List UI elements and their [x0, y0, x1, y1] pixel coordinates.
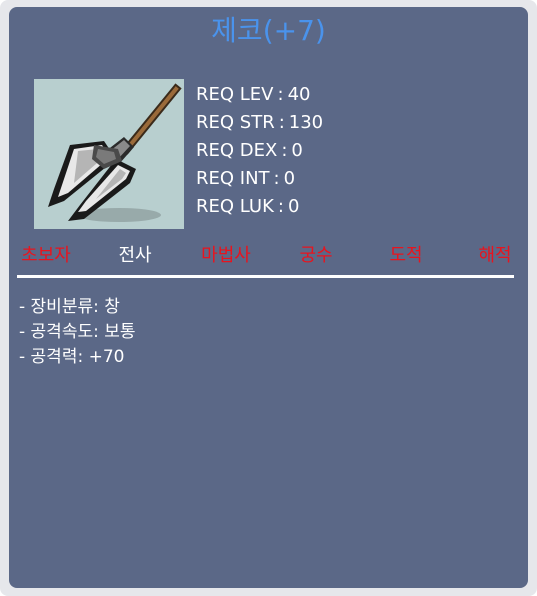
- req-value: 0: [287, 196, 300, 217]
- req-str: REQ STR:130: [196, 112, 324, 133]
- req-value: 0: [283, 168, 296, 189]
- req-int: REQ INT:0: [196, 168, 296, 189]
- req-label: REQ LUK: [196, 196, 274, 217]
- divider: [17, 275, 514, 278]
- job-pirate: 해적: [478, 245, 512, 266]
- job-magician: 마법사: [201, 245, 251, 266]
- req-label: REQ STR: [196, 112, 275, 133]
- req-label: REQ DEX: [196, 140, 278, 161]
- req-level: REQ LEV:40: [196, 84, 311, 105]
- req-dex: REQ DEX:0: [196, 140, 303, 161]
- job-warrior: 전사: [118, 245, 152, 266]
- req-value: 130: [288, 112, 324, 133]
- halberd-spear-icon: [48, 83, 182, 222]
- job-list: 초보자 전사 마법사 궁수 도적 해적: [9, 243, 528, 273]
- stat-equip-type: - 장비분류: 창: [19, 297, 120, 317]
- job-thief: 도적: [389, 245, 423, 266]
- item-tooltip: 제코(+7) REQ LEV: 40 REQ STR: 130 REQ DE…: [9, 7, 528, 588]
- item-icon-box: [34, 79, 184, 229]
- stats-list: - 장비분류: 창 - 공격속도: 보통 - 공격력: +70: [19, 295, 136, 370]
- req-label: REQ LEV: [196, 84, 274, 105]
- stat-attack-speed: - 공격속도: 보통: [19, 322, 136, 342]
- req-value: 40: [287, 84, 311, 105]
- tooltip-frame: 제코(+7) REQ LEV: 40 REQ STR: 130 REQ DE…: [0, 0, 537, 596]
- stat-attack-power: - 공격력: +70: [19, 347, 125, 367]
- req-value: 0: [291, 140, 303, 161]
- requirements-list: REQ LEV:40 REQ STR:130 REQ DEX:0 REQ INT…: [196, 81, 323, 221]
- req-luk: REQ LUK:0: [196, 196, 300, 217]
- item-title: 제코(+7): [211, 14, 326, 47]
- req-label: REQ INT: [196, 168, 270, 189]
- job-beginner: 초보자: [21, 245, 71, 266]
- job-archer: 궁수: [299, 245, 333, 266]
